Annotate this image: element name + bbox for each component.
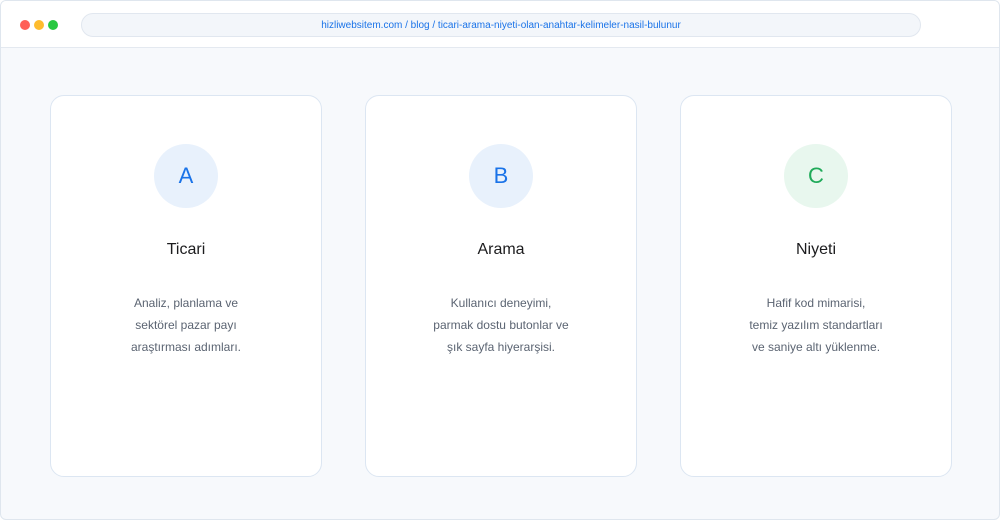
badge-letter: B (493, 163, 509, 188)
description-line: sektörel pazar payı (135, 318, 237, 332)
browser-window: hizliwebsitem.com / blog / ticari-arama-… (0, 0, 1000, 520)
description-line: Analiz, planlama ve (133, 296, 239, 310)
feature-card-arama: B Arama Kullanıcı deneyimi, parmak dostu… (365, 95, 637, 477)
feature-card-ticari: A Ticari Analiz, planlama ve sektörel pa… (50, 95, 322, 477)
feature-card-niyeti: C Niyeti Hafif kod mimarisi, temiz yazıl… (680, 95, 952, 477)
card-description: Hafif kod mimarisi, temiz yazılım standa… (681, 292, 951, 358)
title-bar: hizliwebsitem.com / blog / ticari-arama-… (1, 1, 999, 48)
letter-badge: A (154, 144, 218, 208)
close-window-button[interactable] (20, 20, 30, 30)
card-description: Analiz, planlama ve sektörel pazar payı … (51, 292, 321, 358)
card-title: Arama (477, 241, 525, 258)
address-bar[interactable]: hizliwebsitem.com / blog / ticari-arama-… (81, 13, 921, 37)
description-line: Kullanıcı deneyimi, (450, 296, 552, 310)
description-line: parmak dostu butonlar ve (433, 318, 569, 332)
badge-letter: C (808, 163, 824, 188)
description-line: şık sayfa hiyerarşisi. (446, 340, 556, 354)
page-content: A Ticari Analiz, planlama ve sektörel pa… (1, 49, 999, 519)
maximize-window-button[interactable] (48, 20, 58, 30)
description-line: araştırması adımları. (130, 340, 242, 354)
url-text: hizliwebsitem.com / blog / ticari-arama-… (321, 19, 681, 31)
card-title: Niyeti (795, 241, 836, 258)
letter-badge: B (469, 144, 533, 208)
letter-badge: C (784, 144, 848, 208)
description-line: temiz yazılım standartları (749, 318, 883, 332)
card-title: Ticari (166, 241, 206, 258)
minimize-window-button[interactable] (34, 20, 44, 30)
description-line: Hafif kod mimarisi, (766, 296, 866, 310)
card-description: Kullanıcı deneyimi, parmak dostu butonla… (366, 292, 636, 358)
badge-letter: A (178, 163, 194, 188)
description-line: ve saniye altı yüklenme. (751, 340, 881, 354)
